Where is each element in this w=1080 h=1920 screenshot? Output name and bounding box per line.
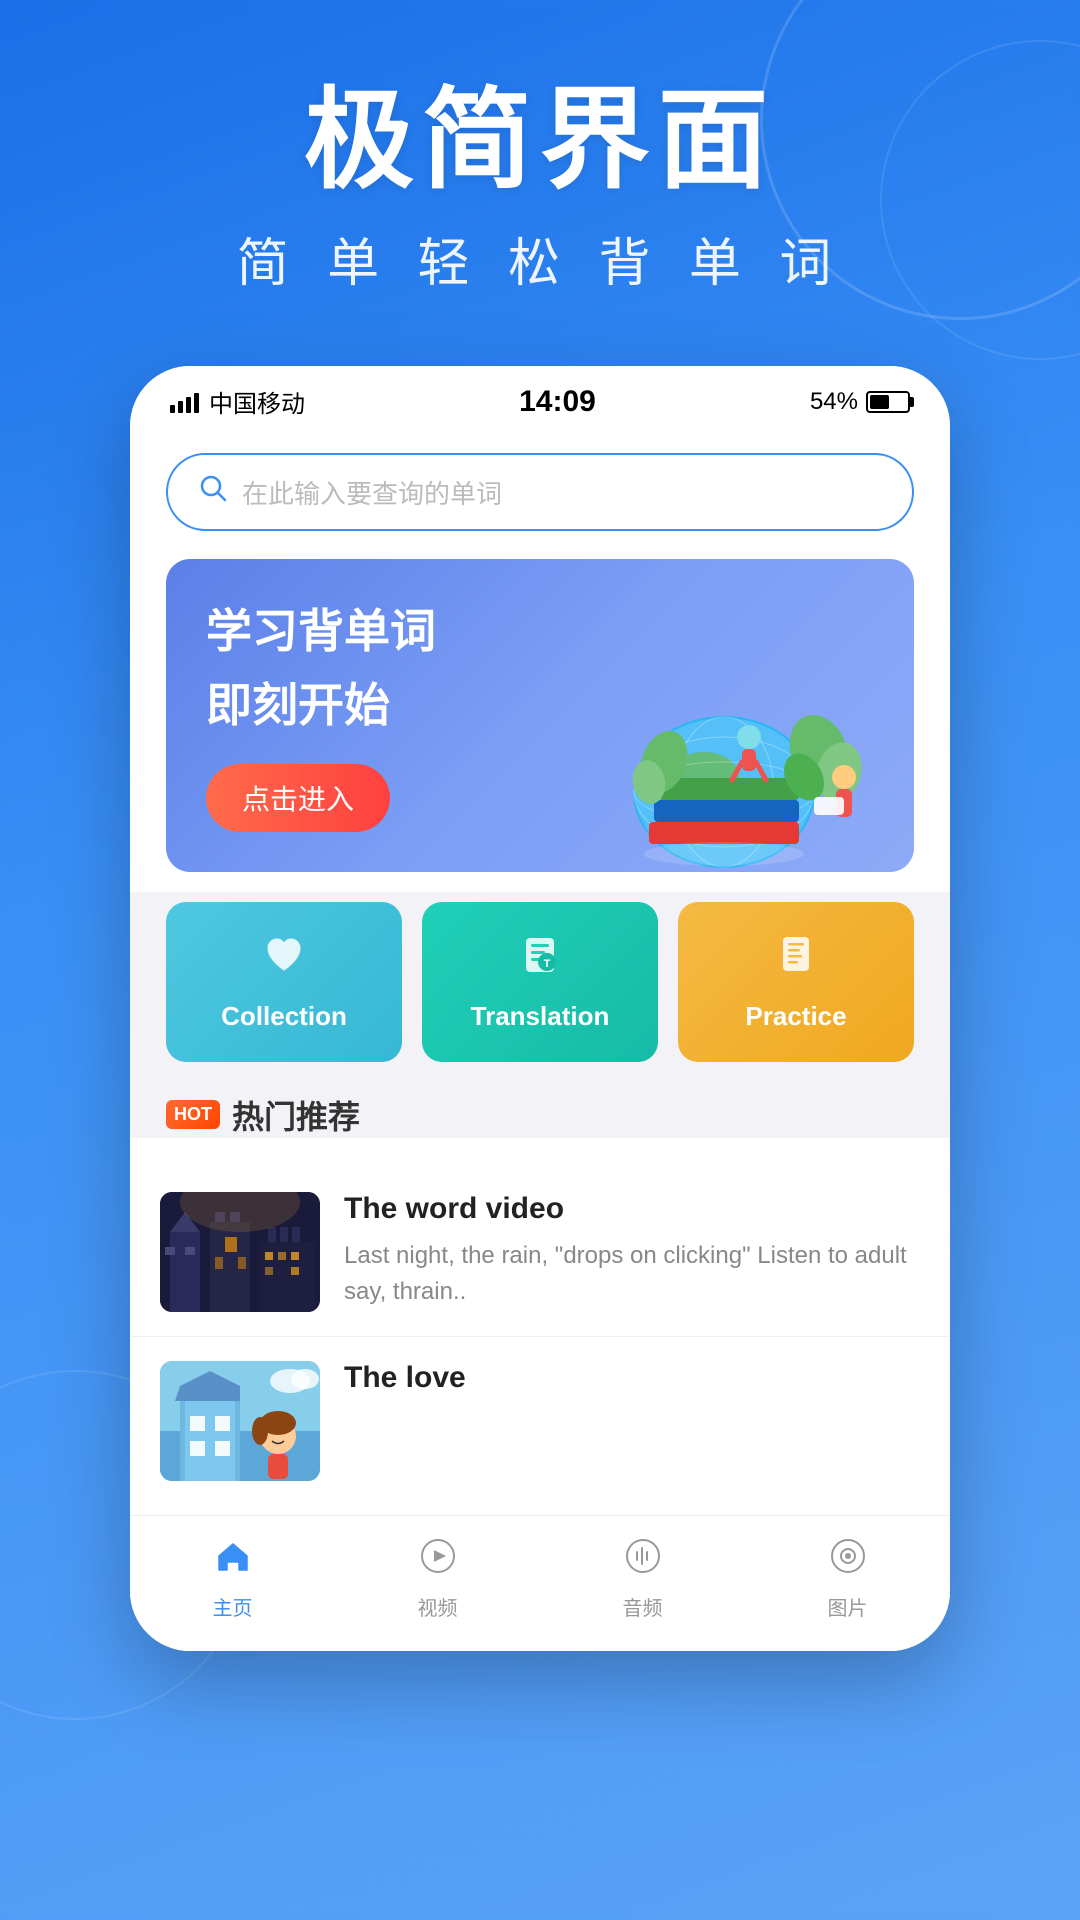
- banner-button[interactable]: 点击进入: [206, 764, 390, 832]
- content-item-2[interactable]: The love: [130, 1337, 950, 1505]
- search-placeholder: 在此输入要查询的单词: [242, 474, 502, 511]
- nav-label-photo: 图片: [828, 1592, 868, 1621]
- hot-badge: HOT: [166, 1100, 220, 1129]
- feature-label-collection: Collection: [221, 1001, 347, 1032]
- status-left: 中国移动: [170, 384, 305, 419]
- nav-item-home[interactable]: 主页: [213, 1536, 253, 1621]
- nav-item-audio[interactable]: 音频: [623, 1536, 663, 1621]
- phone-mockup: 中国移动 14:09 54% 在此输入要查询的单词: [130, 366, 950, 1651]
- feature-label-translation: Translation: [471, 1001, 610, 1032]
- phone-content: 在此输入要查询的单词 学习背单词 即刻开始 点击进入: [130, 429, 950, 1651]
- banner-title-line2: 即刻开始: [206, 673, 436, 737]
- search-section: 在此输入要查询的单词: [130, 429, 950, 551]
- main-title: 极简界面: [40, 80, 1040, 201]
- carrier-name: 中国移动: [209, 384, 305, 419]
- svg-text:T: T: [544, 958, 551, 970]
- content-desc-1: Last night, the rain, "drops on clicking…: [344, 1238, 920, 1310]
- nav-label-audio: 音频: [623, 1592, 663, 1621]
- nav-label-home: 主页: [213, 1592, 253, 1621]
- feature-card-collection[interactable]: Collection: [166, 902, 402, 1062]
- content-thumb-1: [160, 1192, 320, 1312]
- signal-bar-1: [170, 405, 175, 413]
- photo-icon: [828, 1536, 868, 1586]
- content-thumb-2: [160, 1361, 320, 1481]
- feature-cards: Collection T Translation: [130, 892, 950, 1082]
- home-icon: [213, 1536, 253, 1586]
- nav-label-video: 视频: [418, 1592, 458, 1621]
- status-time: 14:09: [519, 385, 596, 419]
- battery-icon: [866, 391, 910, 413]
- bottom-nav: 主页 视频: [130, 1515, 950, 1651]
- content-item-1[interactable]: The word video Last night, the rain, "dr…: [130, 1168, 950, 1337]
- hot-title: 热门推荐: [232, 1092, 360, 1138]
- signal-bar-2: [178, 401, 183, 413]
- content-info-1: The word video Last night, the rain, "dr…: [344, 1192, 920, 1310]
- banner-text: 学习背单词 即刻开始 点击进入: [206, 599, 436, 832]
- feature-card-translation[interactable]: T Translation: [422, 902, 658, 1062]
- feature-label-practice: Practice: [745, 1001, 846, 1032]
- collection-icon: [262, 932, 306, 987]
- video-icon: [418, 1536, 458, 1586]
- signal-bars: [170, 391, 199, 413]
- banner[interactable]: 学习背单词 即刻开始 点击进入: [166, 559, 914, 872]
- sub-title: 简 单 轻 松 背 单 词: [40, 221, 1040, 296]
- status-bar: 中国移动 14:09 54%: [130, 366, 950, 429]
- search-bar[interactable]: 在此输入要查询的单词: [166, 453, 914, 531]
- hot-section: HOT 热门推荐: [130, 1082, 950, 1138]
- nav-item-video[interactable]: 视频: [418, 1536, 458, 1621]
- nav-item-photo[interactable]: 图片: [828, 1536, 868, 1621]
- search-icon: [198, 473, 228, 511]
- translation-icon: T: [518, 932, 562, 987]
- audio-icon: [623, 1536, 663, 1586]
- battery-percent: 54%: [810, 388, 858, 416]
- content-title-2: The love: [344, 1361, 920, 1395]
- banner-illustration: [554, 602, 894, 872]
- status-right: 54%: [810, 388, 910, 416]
- header-area: 极简界面 简 单 轻 松 背 单 词: [0, 0, 1080, 336]
- hot-header: HOT 热门推荐: [166, 1092, 914, 1138]
- battery-fill: [870, 395, 889, 409]
- content-title-1: The word video: [344, 1192, 920, 1226]
- signal-bar-4: [194, 393, 199, 413]
- practice-icon: [774, 932, 818, 987]
- content-list: The word video Last night, the rain, "dr…: [130, 1158, 950, 1515]
- signal-bar-3: [186, 397, 191, 413]
- content-info-2: The love: [344, 1361, 920, 1407]
- banner-title-line1: 学习背单词: [206, 599, 436, 663]
- feature-card-practice[interactable]: Practice: [678, 902, 914, 1062]
